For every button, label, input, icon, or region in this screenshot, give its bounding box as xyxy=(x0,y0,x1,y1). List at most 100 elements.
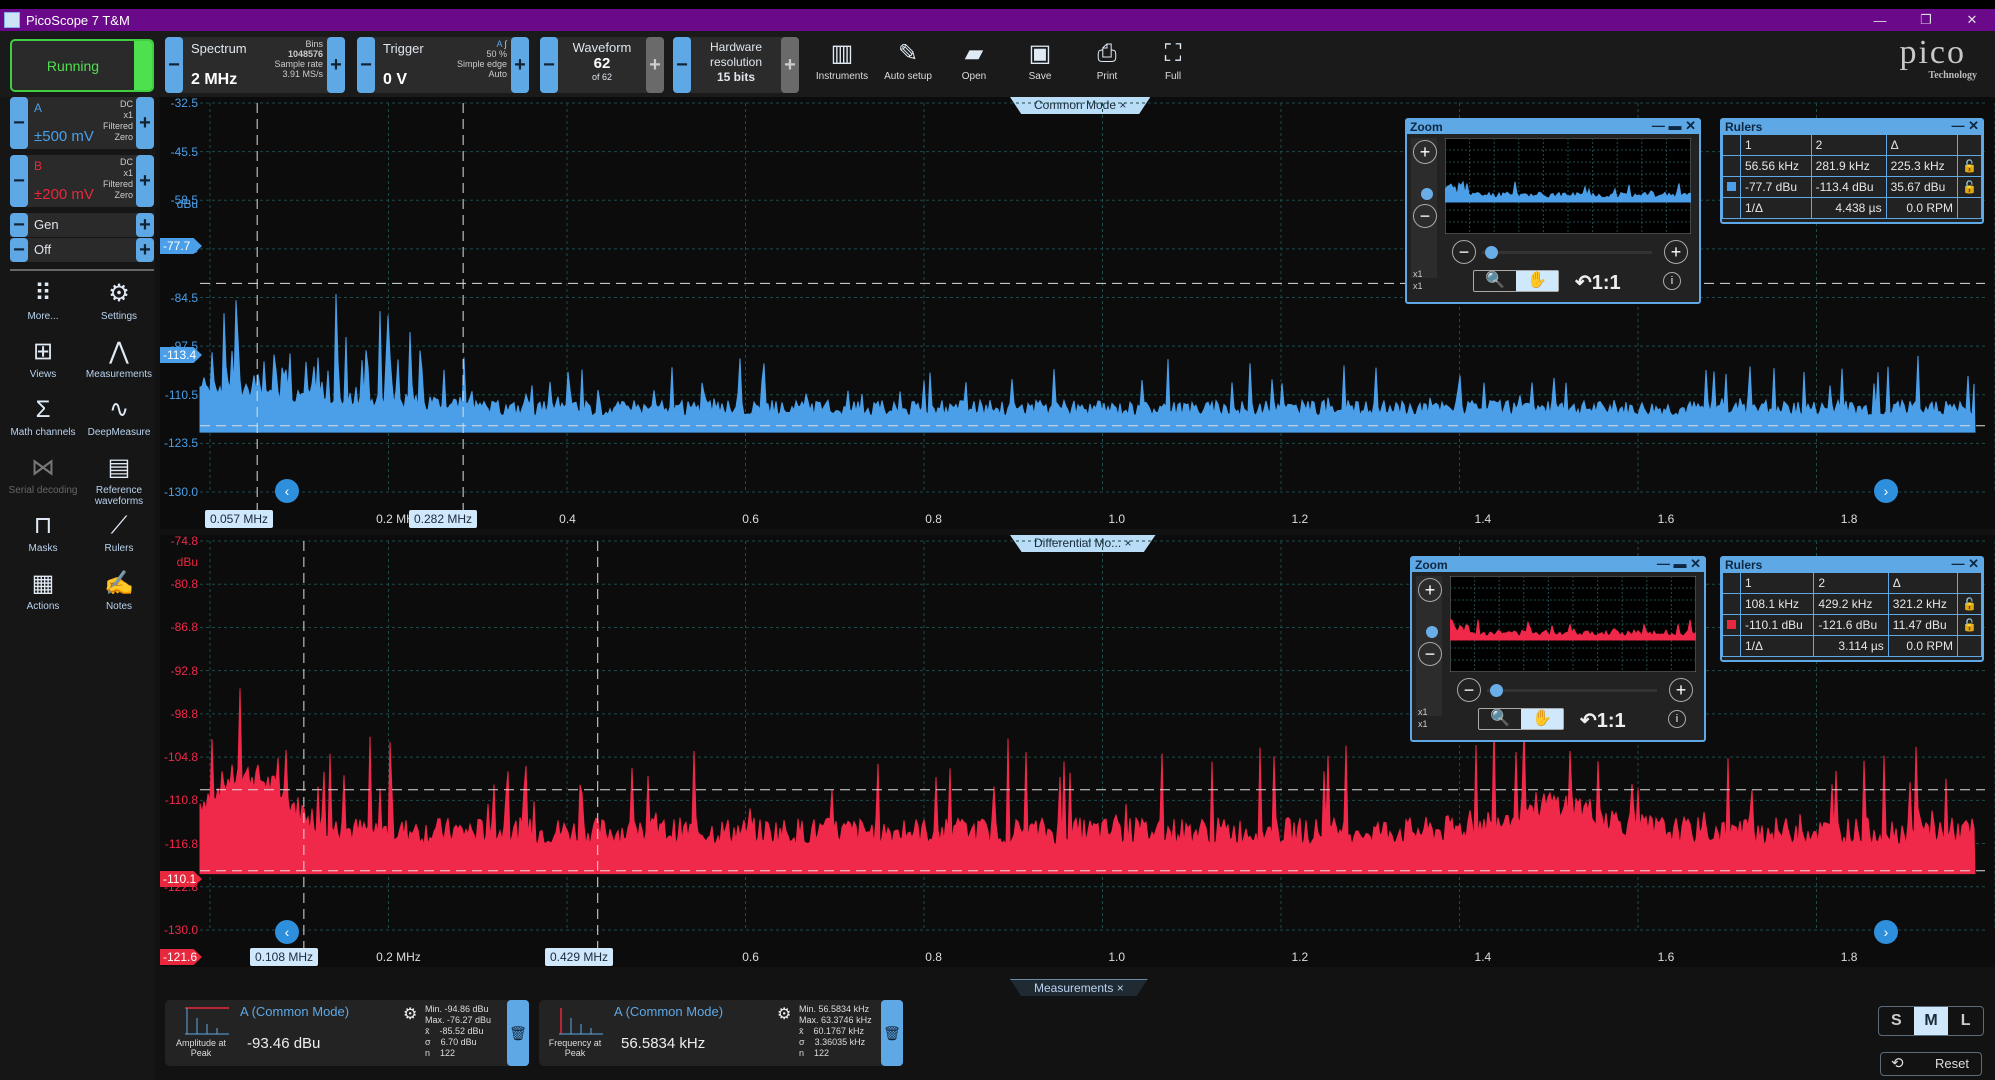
size-medium-button[interactable]: M xyxy=(1913,1007,1949,1035)
trigger-increase-button[interactable]: + xyxy=(511,37,529,93)
zoom-out-horizontal-button[interactable]: − xyxy=(1452,240,1476,264)
unlock-icon[interactable]: 🔓 xyxy=(1957,155,1982,177)
waveform-previous-button[interactable]: − xyxy=(540,37,558,93)
settings-button[interactable]: ⚙ Settings xyxy=(82,277,156,322)
channel-b-increase-button[interactable]: + xyxy=(136,155,154,207)
ruler-col-1: 1 xyxy=(1739,572,1815,594)
zoom-tool-icon[interactable]: 🔍 xyxy=(1479,709,1521,729)
zoom-out-vertical-button[interactable]: − xyxy=(1413,204,1437,228)
unlock-icon[interactable]: 🔓 xyxy=(1957,614,1982,636)
spectrum-decrease-button[interactable]: − xyxy=(165,37,183,93)
mean-value: 60.1767 kHz xyxy=(813,1026,865,1036)
zoom-overview[interactable] xyxy=(1450,576,1696,672)
ruler-tag-2[interactable]: 0.429 MHz xyxy=(545,948,614,966)
pan-hand-icon[interactable]: ✋ xyxy=(1521,709,1563,729)
resolution-increase-button[interactable]: + xyxy=(781,37,799,93)
measurements-button[interactable]: ⋀ Measurements xyxy=(82,335,156,380)
rulers-panel-controls[interactable]: — ✕ xyxy=(1951,557,1979,571)
vertical-zoom-slider[interactable] xyxy=(1421,188,1433,200)
ruler-marker-1[interactable]: -77.7 xyxy=(160,238,202,254)
size-large-button[interactable]: L xyxy=(1948,1007,1983,1035)
ruler-marker-1[interactable]: -110.1 xyxy=(160,871,202,887)
zoom-panel-controls[interactable]: — ▬ ✕ xyxy=(1652,119,1696,133)
actions-button[interactable]: ▦ Actions xyxy=(6,567,80,612)
channel-a-filter: Filtered xyxy=(102,121,133,131)
gear-icon[interactable]: ⚙ xyxy=(403,1004,417,1024)
print-button[interactable]: ⎙ Print xyxy=(1077,37,1137,93)
generator-decrease-button[interactable]: − xyxy=(10,213,28,237)
vertical-zoom-slider[interactable] xyxy=(1426,626,1438,638)
ruler-marker-2[interactable]: -121.6 xyxy=(160,949,202,965)
reset-button[interactable]: ⟲ Reset xyxy=(1880,1052,1982,1076)
horizontal-zoom-slider[interactable] xyxy=(1490,684,1503,697)
close-button[interactable]: ✕ xyxy=(1949,9,1995,31)
channel-a-decrease-button[interactable]: − xyxy=(10,97,28,149)
unlock-icon[interactable]: 🔓 xyxy=(1957,176,1982,198)
channel-a-name[interactable]: A xyxy=(34,101,42,115)
measurement-card[interactable]: A (Common Mode) Frequency at Peak 56.583… xyxy=(539,1000,903,1066)
zoom-in-horizontal-button[interactable]: + xyxy=(1664,240,1688,264)
pan-hand-icon[interactable]: ✋ xyxy=(1516,271,1558,291)
delete-measurement-button[interactable]: 🗑 xyxy=(881,1000,903,1066)
scroll-right-button[interactable]: › xyxy=(1874,920,1898,944)
scroll-left-button[interactable]: ‹ xyxy=(275,479,299,503)
more-button[interactable]: ⠿ More... xyxy=(6,277,80,322)
gear-icon[interactable]: ⚙ xyxy=(777,1004,791,1024)
channel-a-control: − A ±500 mV DC x1 Filtered Zero + xyxy=(10,97,154,149)
generator-state-decrease-button[interactable]: − xyxy=(10,238,28,262)
spectrum-increase-button[interactable]: + xyxy=(327,37,345,93)
ruler-tag-1[interactable]: 0.108 MHz xyxy=(250,948,319,966)
views-button[interactable]: ⊞ Views xyxy=(6,335,80,380)
notes-label: Notes xyxy=(105,601,133,612)
zoom-overview[interactable] xyxy=(1445,138,1691,234)
restore-button[interactable]: ❐ xyxy=(1903,9,1949,31)
channel-b-name[interactable]: B xyxy=(34,159,42,173)
waveform-next-button[interactable]: + xyxy=(646,37,664,93)
serial-decoding-button[interactable]: ⋈ Serial decoding xyxy=(6,451,80,496)
masks-button[interactable]: ⊓ Masks xyxy=(6,509,80,554)
delete-measurement-button[interactable]: 🗑 xyxy=(507,1000,529,1066)
open-button[interactable]: ▰ Open xyxy=(944,37,1004,93)
zoom-in-vertical-button[interactable]: + xyxy=(1418,578,1442,602)
scroll-left-button[interactable]: ‹ xyxy=(275,920,299,944)
save-button[interactable]: ▣ Save xyxy=(1010,37,1070,93)
info-icon[interactable]: i xyxy=(1663,272,1681,290)
channel-a-increase-button[interactable]: + xyxy=(136,97,154,149)
zoom-panel-controls[interactable]: — ▬ ✕ xyxy=(1657,557,1701,571)
reset-zoom-button[interactable]: ↶1:1 xyxy=(1580,708,1626,733)
common-mode-view: Common Mode × dBu -32.5-45.5-58.5-71.5-8… xyxy=(160,96,1995,529)
scroll-right-button[interactable]: › xyxy=(1874,479,1898,503)
zoom-in-horizontal-button[interactable]: + xyxy=(1669,678,1693,702)
reset-zoom-button[interactable]: ↶1:1 xyxy=(1575,270,1621,295)
ruler-tag-1[interactable]: 0.057 MHz xyxy=(205,510,274,528)
unlock-icon[interactable]: 🔓 xyxy=(1957,593,1982,615)
trigger-decrease-button[interactable]: − xyxy=(357,37,375,93)
notes-button[interactable]: ✍ Notes xyxy=(82,567,156,612)
resolution-decrease-button[interactable]: − xyxy=(673,37,691,93)
info-icon[interactable]: i xyxy=(1668,710,1686,728)
deepmeasure-button[interactable]: ∿ DeepMeasure xyxy=(82,393,156,438)
math-channels-button[interactable]: Σ Math channels xyxy=(6,393,80,438)
zoom-out-horizontal-button[interactable]: − xyxy=(1457,678,1481,702)
horizontal-zoom-slider[interactable] xyxy=(1485,246,1498,259)
generator-increase-button[interactable]: + xyxy=(136,213,154,237)
auto-setup-button[interactable]: ✎ Auto setup xyxy=(878,37,938,93)
minimize-button[interactable]: — xyxy=(1857,9,1903,31)
zoom-out-vertical-button[interactable]: − xyxy=(1418,642,1442,666)
rulers-panel-controls[interactable]: — ✕ xyxy=(1951,119,1979,133)
ruler-marker-2[interactable]: -113.4 xyxy=(160,347,202,363)
full-screen-button[interactable]: ⛶ Full xyxy=(1143,37,1203,93)
zoom-in-vertical-button[interactable]: + xyxy=(1413,140,1437,164)
size-small-button[interactable]: S xyxy=(1879,1007,1914,1035)
measurement-card[interactable]: A (Common Mode) Amplitude at Peak -93.46… xyxy=(165,1000,529,1066)
rulers-panel: Rulers — ✕ 12Δ 108.1 kHz 429.2 kHz 321.2 kH… xyxy=(1720,556,1984,662)
ruler-tag-2[interactable]: 0.282 MHz xyxy=(409,510,478,528)
run-stop-button[interactable]: Running xyxy=(10,39,154,92)
tab-measurements[interactable]: Measurements × xyxy=(1010,979,1148,996)
channel-b-decrease-button[interactable]: − xyxy=(10,155,28,207)
reference-waveforms-button[interactable]: ▤ Reference waveforms xyxy=(82,451,156,507)
zoom-tool-icon[interactable]: 🔍 xyxy=(1474,271,1516,291)
rulers-button[interactable]: ⟋ Rulers xyxy=(82,509,156,554)
instruments-button[interactable]: ▥ Instruments xyxy=(812,37,872,93)
generator-state-increase-button[interactable]: + xyxy=(136,238,154,262)
